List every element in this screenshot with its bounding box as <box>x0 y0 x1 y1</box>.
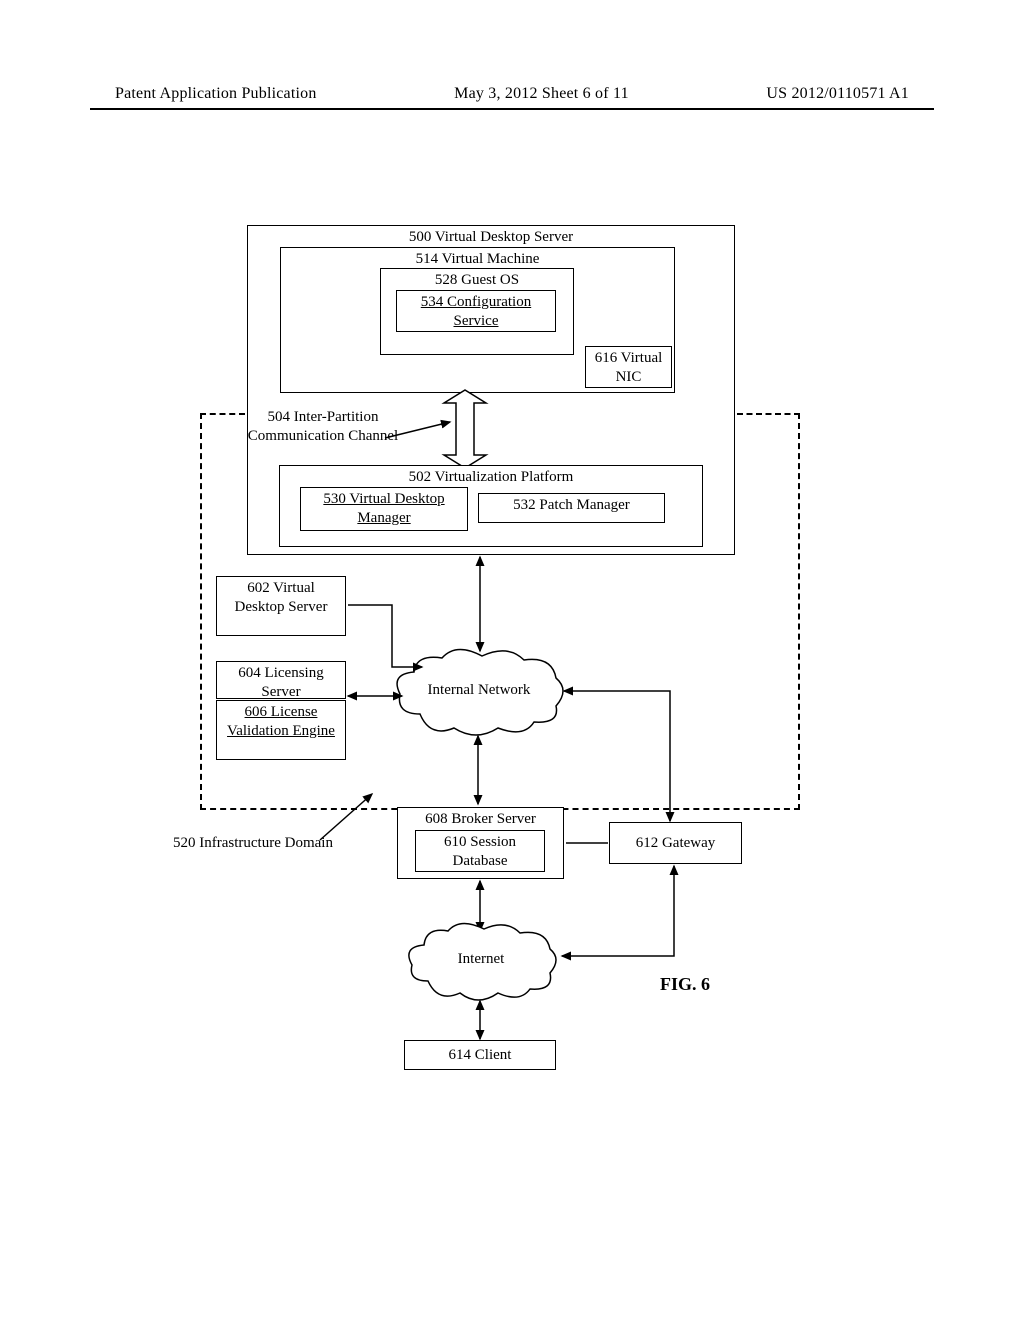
cloud-internet: Internet <box>402 921 560 1003</box>
client-title: 614 Client <box>449 1047 512 1063</box>
guest-os-title: 528 Guest OS <box>435 272 519 288</box>
diagram-canvas: 500 Virtual Desktop Server 514 Virtual M… <box>0 0 1024 1320</box>
internal-network-label: Internal Network <box>390 682 568 699</box>
box-virtual-nic: 616 Virtual NIC <box>585 346 672 388</box>
license-validation-engine-title: 606 License Validation Engine <box>227 704 335 739</box>
conn-network-to-broker <box>468 734 488 808</box>
configuration-service-title: 534 Configuration Service <box>421 294 531 329</box>
conn-internet-to-client <box>470 999 490 1043</box>
conn-licensing-to-network <box>346 686 406 706</box>
conn-gateway-to-internet <box>554 864 684 974</box>
internet-label: Internet <box>402 951 560 968</box>
box-license-validation-engine: 606 License Validation Engine <box>216 700 346 760</box>
gateway-title: 612 Gateway <box>636 835 716 851</box>
box-configuration-service: 534 Configuration Service <box>396 290 556 332</box>
licensing-server-title: 604 Licensing Server <box>238 665 323 700</box>
conn-network-to-gateway <box>560 681 680 831</box>
virtual-machine-title: 514 Virtual Machine <box>416 251 540 267</box>
box-licensing-server: 604 Licensing Server <box>216 661 346 699</box>
infra-domain-dashed-top-right <box>737 413 800 415</box>
conn-vplatform-to-network <box>470 555 490 655</box>
virtual-desktop-server-title: 500 Virtual Desktop Server <box>409 229 573 245</box>
box-gateway: 612 Gateway <box>609 822 742 864</box>
second-vds-title: 602 Virtual Desktop Server <box>235 580 328 615</box>
page: Patent Application Publication May 3, 20… <box>0 0 1024 1320</box>
conn-second-vds-to-network <box>346 595 426 680</box>
session-database-title: 610 Session Database <box>444 834 516 869</box>
broker-server-title: 608 Broker Server <box>425 811 536 827</box>
figure-label: FIG. 6 <box>660 974 710 995</box>
box-client: 614 Client <box>404 1040 556 1070</box>
box-session-database: 610 Session Database <box>415 830 545 872</box>
infra-domain-pointer <box>310 786 390 846</box>
infra-domain-dashed-top-left <box>200 413 245 415</box>
virtual-nic-title: 616 Virtual NIC <box>595 350 663 385</box>
box-second-virtual-desktop-server: 602 Virtual Desktop Server <box>216 576 346 636</box>
conn-broker-to-gateway <box>564 833 610 853</box>
